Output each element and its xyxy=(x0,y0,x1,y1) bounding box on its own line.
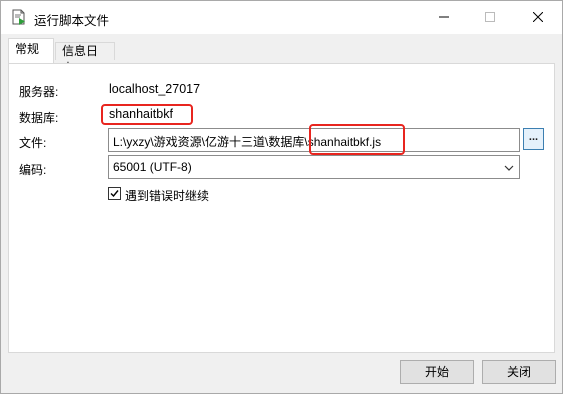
tab-bar: 常规 信息日志 xyxy=(1,34,562,75)
maximize-button[interactable] xyxy=(467,1,513,33)
browse-button[interactable]: ... xyxy=(523,128,544,150)
encoding-value: 65001 (UTF-8) xyxy=(113,160,192,174)
file-name-highlight xyxy=(309,124,405,155)
window-title: 运行脚本文件 xyxy=(34,14,110,28)
encoding-label: 编码: xyxy=(19,163,47,177)
title-bar: 运行脚本文件 xyxy=(1,1,562,34)
server-value: localhost_27017 xyxy=(109,82,201,96)
chevron-down-icon xyxy=(504,162,514,172)
tab-message-log[interactable]: 信息日志 xyxy=(55,42,115,75)
database-label: 数据库: xyxy=(19,111,59,125)
general-panel xyxy=(8,63,555,353)
close-button[interactable]: 关闭 xyxy=(482,360,556,384)
script-run-icon xyxy=(11,9,27,26)
encoding-select[interactable]: 65001 (UTF-8) xyxy=(108,155,520,179)
close-window-button[interactable] xyxy=(515,1,561,33)
run-script-dialog: 运行脚本文件 常规 信息日志 服务器: localhost_27017 数据库:… xyxy=(0,0,563,394)
continue-on-error-label: 遇到错误时继续 xyxy=(125,189,210,203)
checkmark-icon xyxy=(110,190,119,198)
file-label: 文件: xyxy=(19,136,47,150)
file-path-prefix: L:\yxzy\游戏资源\亿游十三道\数据库\ xyxy=(113,135,308,149)
continue-on-error-checkbox[interactable] xyxy=(108,187,121,200)
close-icon xyxy=(533,12,543,22)
start-button[interactable]: 开始 xyxy=(400,360,474,384)
server-label: 服务器: xyxy=(19,85,59,99)
minimize-button[interactable] xyxy=(421,1,467,33)
tab-general[interactable]: 常规 xyxy=(8,38,54,64)
database-value: shanhaitbkf xyxy=(109,107,173,121)
minimize-icon xyxy=(439,16,449,18)
maximize-icon xyxy=(485,12,495,22)
